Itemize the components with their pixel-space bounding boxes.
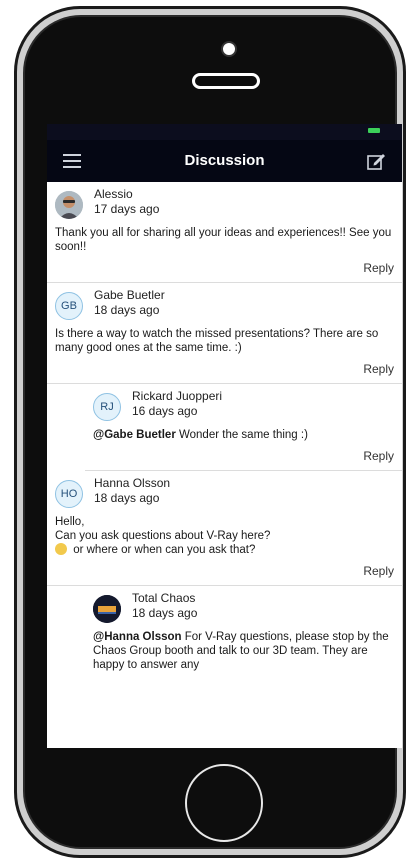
avatar[interactable]	[93, 595, 121, 623]
comment-text: Is there a way to watch the missed prese…	[55, 328, 379, 354]
reply-button[interactable]: Reply	[363, 449, 394, 463]
author-name[interactable]: Hanna Olsson	[94, 476, 170, 490]
timestamp: 17 days ago	[94, 202, 160, 216]
author-name[interactable]: Gabe Buetler	[94, 288, 165, 302]
total-chaos-logo-icon	[93, 595, 121, 623]
reply-item: Total Chaos 18 days ago @Hanna Olsson Fo…	[85, 586, 402, 672]
comment-header: GB Gabe Buetler 18 days ago	[47, 283, 402, 327]
author-name[interactable]: Rickard Juopperi	[132, 389, 222, 403]
avatar[interactable]: HO	[55, 480, 83, 508]
comment-item: HO Hanna Olsson 18 days ago Hello, Can y…	[47, 471, 402, 586]
timestamp: 18 days ago	[132, 606, 198, 620]
author-name[interactable]: Total Chaos	[132, 591, 195, 605]
reply-button[interactable]: Reply	[363, 362, 394, 376]
avatar[interactable]	[55, 191, 83, 219]
earpiece-speaker	[192, 73, 260, 89]
home-button[interactable]	[185, 764, 263, 842]
avatar[interactable]: RJ	[93, 393, 121, 421]
timestamp: 16 days ago	[132, 404, 198, 418]
reply-item: RJ Rickard Juopperi 16 days ago @Gabe Bu…	[85, 384, 402, 471]
comment-item: Alessio 17 days ago Thank you all for sh…	[47, 182, 402, 283]
user-photo-icon	[55, 191, 83, 219]
comment-text: @Hanna Olsson For V-Ray questions, pleas…	[93, 631, 389, 671]
user-mention[interactable]: @Gabe Buetler	[93, 429, 176, 441]
front-camera	[221, 41, 237, 57]
comment-header: HO Hanna Olsson 18 days ago	[47, 471, 402, 515]
page-title: Discussion	[184, 152, 265, 169]
status-bar	[47, 124, 402, 140]
comment-text: Hello, Can you ask questions about V-Ray…	[55, 516, 271, 556]
smiling-emoji-icon	[55, 543, 67, 555]
comment-header: Alessio 17 days ago	[47, 182, 402, 226]
avatar[interactable]: GB	[55, 292, 83, 320]
discussion-feed[interactable]: Alessio 17 days ago Thank you all for sh…	[47, 182, 402, 748]
reply-button[interactable]: Reply	[363, 261, 394, 275]
comment-item: GB Gabe Buetler 18 days ago Is there a w…	[47, 283, 402, 384]
user-mention[interactable]: @Hanna Olsson	[93, 631, 182, 643]
comment-text: Thank you all for sharing all your ideas…	[55, 227, 392, 253]
timestamp: 18 days ago	[94, 303, 160, 317]
reply-button[interactable]: Reply	[363, 564, 394, 578]
timestamp: 18 days ago	[94, 491, 160, 505]
comment-header: RJ Rickard Juopperi 16 days ago	[85, 384, 402, 428]
compose-icon[interactable]	[366, 151, 386, 171]
comment-header: Total Chaos 18 days ago	[85, 586, 402, 630]
comment-text: @Gabe Buetler Wonder the same thing :)	[93, 429, 308, 441]
battery-icon	[368, 128, 380, 133]
app-screen: Discussion Alessio 17 days ago Thank you…	[47, 124, 402, 748]
navigation-bar: Discussion	[47, 140, 402, 182]
author-name[interactable]: Alessio	[94, 187, 133, 201]
